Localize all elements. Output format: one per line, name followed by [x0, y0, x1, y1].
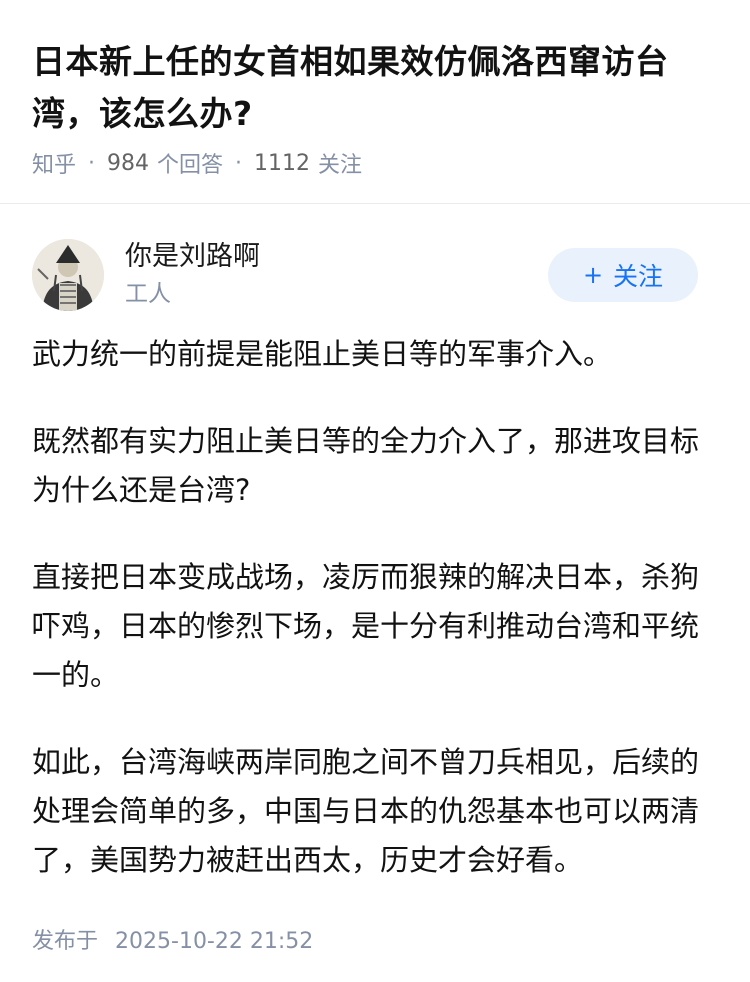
meta-separator: · [88, 150, 96, 176]
answer-count: 984 [107, 150, 150, 176]
question-header: 日本新上任的女首相如果效仿佩洛西窜访台湾，该怎么办? 知乎 · 984 个回答 … [0, 0, 750, 180]
follow-button[interactable]: + 关注 [548, 248, 698, 302]
follow-count: 1112 [254, 150, 311, 176]
answer-paragraph: 武力统一的前提是能阻止美日等的军事介入。 [32, 337, 613, 371]
follow-button-label: 关注 [613, 262, 664, 291]
source-label[interactable]: 知乎 [32, 147, 76, 179]
plus-icon: + [582, 261, 604, 289]
publish-label: 发布于 [32, 929, 99, 954]
publish-info: 发布于 2025-10-22 21:52 [0, 923, 750, 955]
avatar[interactable] [32, 239, 104, 311]
answer-paragraph: 直接把日本变成战场，凌厉而狠辣的解决日本，杀狗吓鸡，日本的惨烈下场，是十分有利推… [32, 560, 700, 692]
follow-count-label: 关注 [318, 153, 363, 178]
publish-time: 2025-10-22 21:52 [115, 929, 314, 954]
meta-separator: · [235, 150, 243, 176]
author-info: 你是刘路啊 工人 [125, 238, 260, 312]
question-title[interactable]: 日本新上任的女首相如果效仿佩洛西窜访台湾，该怎么办? [32, 36, 718, 140]
answer-paragraph: 既然都有实力阻止美日等的全力介入了，那进攻目标为什么还是台湾? [32, 424, 700, 507]
answer-content: 武力统一的前提是能阻止美日等的军事介入。 既然都有实力阻止美日等的全力介入了，那… [0, 312, 750, 885]
question-meta: 知乎 · 984 个回答 · 1112 关注 [32, 146, 718, 180]
author-bio: 工人 [125, 281, 171, 307]
answer-count-label[interactable]: 个回答 [157, 147, 223, 179]
author-name[interactable]: 你是刘路啊 [125, 238, 260, 276]
author-card: 你是刘路啊 工人 + 关注 [0, 204, 750, 312]
answer-paragraph: 如此，台湾海峡两岸同胞之间不曾刀兵相见，后续的处理会简单的多，中国与日本的仇怨基… [32, 745, 700, 877]
